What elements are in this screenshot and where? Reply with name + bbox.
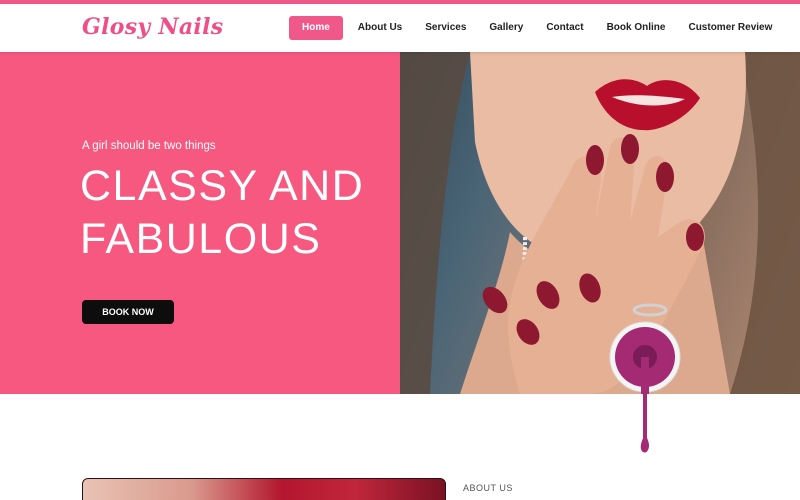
nav-services[interactable]: Services (414, 16, 477, 40)
site-logo[interactable]: Glosy Nails (82, 14, 223, 40)
nav-gallery[interactable]: Gallery (478, 16, 534, 40)
nav-home[interactable]: Home (289, 16, 343, 40)
nav-book-online[interactable]: Book Online (596, 16, 677, 40)
site-header: Glosy Nails Home About Us Services Galle… (0, 4, 800, 52)
nav-customer-review[interactable]: Customer Review (677, 16, 783, 40)
hero-tagline: A girl should be two things (82, 140, 216, 152)
nav-about-us[interactable]: About Us (347, 16, 413, 40)
book-now-button[interactable]: BOOK NOW (82, 300, 174, 324)
polish-drip-graphic (640, 394, 649, 453)
hero-photo-illustration (400, 52, 800, 394)
main-nav: Home About Us Services Gallery Contact B… (289, 16, 784, 40)
nav-contact[interactable]: Contact (535, 16, 594, 40)
hero-headline: CLASSY AND FABULOUS (80, 160, 364, 266)
about-us-heading: ABOUT US (463, 483, 513, 493)
about-photo (82, 478, 446, 500)
hero-headline-line-1: CLASSY AND (80, 162, 365, 210)
hero-photo (400, 52, 800, 394)
hero-banner: A girl should be two things CLASSY AND F… (0, 52, 400, 394)
hero-headline-line-2: FABULOUS (80, 215, 322, 263)
